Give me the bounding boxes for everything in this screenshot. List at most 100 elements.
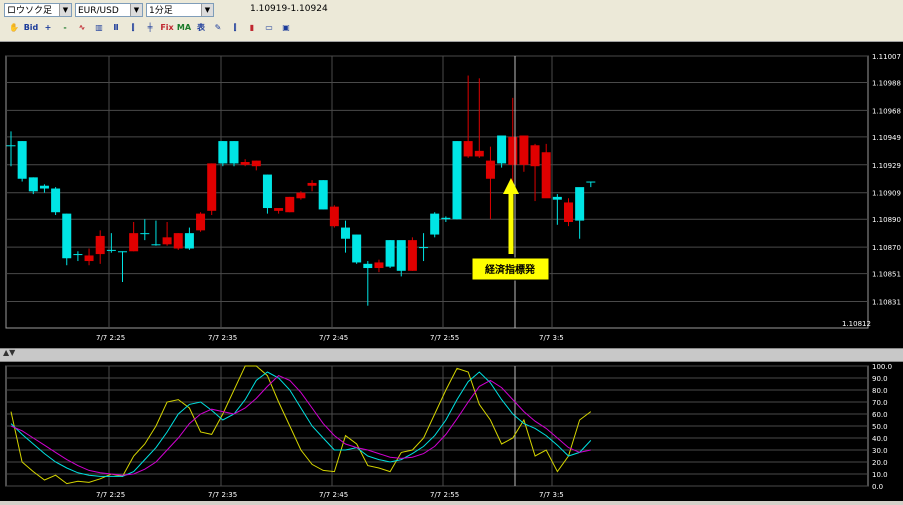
zoom-in-icon[interactable]: + [40,20,56,36]
candle [385,240,395,269]
y-tick-label: 1.10949 [872,134,901,142]
candle-body [419,247,429,249]
candle [285,196,295,213]
ma-fix-icon[interactable]: MA [176,20,192,36]
candle-body [218,141,228,164]
zoom-out-icon[interactable]: - [57,20,73,36]
symbol-select[interactable]: EUR/USD ▼ [75,3,143,17]
candle-body [262,174,272,209]
candle-body [274,208,284,211]
candle [430,212,440,238]
y-tick-label: 50.0 [872,423,888,431]
chevron-down-icon[interactable]: ▼ [130,4,142,16]
x-tick-label: 7/7 2:55 [430,334,459,342]
oscillator-panel[interactable]: 100.0 90.0 80.0 70.0 60.0 50.0 40.0 30.0 20.0 10.… [0,362,903,501]
candle-body [151,244,161,246]
x-tick-label: 7/7 2:25 [96,491,125,499]
y-tick-label: 1.10851 [872,271,901,279]
y-tick-label: 1.10968 [872,107,901,115]
candle-body [106,249,116,251]
y-tick-label: 1.10909 [872,190,901,198]
candle-body [452,141,462,220]
candle [407,237,417,271]
x-tick-label: 7/7 3:5 [539,334,564,342]
draw-icon[interactable]: ✎ [210,20,226,36]
y-tick-label: 1.10870 [872,244,901,252]
candle-body [385,240,395,267]
candle-body [374,262,384,269]
y-tick-label: 0.0 [872,483,883,491]
timeframe-select[interactable]: 1分足 ▼ [146,3,214,17]
y-tick-label: 1.10929 [872,162,901,170]
stroke-icon[interactable]: ╪ [142,20,158,36]
annotation-label: 経済指標発 [485,263,536,276]
candle-body [62,213,72,259]
candle-body [474,150,484,157]
candle-body [118,251,127,253]
save-icon[interactable]: ▣ [278,20,294,36]
film-icon[interactable]: ▭ [261,20,277,36]
candle-body [497,135,507,164]
candle-body [352,234,362,263]
y-tick-label: 60.0 [872,411,888,419]
y-tick-label: 30.0 [872,447,888,455]
chevron-down-icon[interactable]: ▼ [201,4,213,16]
fix-icon[interactable]: Fix [159,20,175,36]
candle [62,213,72,266]
y-tick-label: 1.10831 [872,298,901,306]
candle-body [162,237,172,245]
period-icon[interactable]: Ⅱ [108,20,124,36]
y-tick-label: 40.0 [872,435,888,443]
candle [51,187,61,216]
candle-body [441,217,451,220]
y-tick-label: 80.0 [872,387,888,395]
candle-body [173,233,183,249]
oscillator-chart-svg[interactable]: 100.0 90.0 80.0 70.0 60.0 50.0 40.0 30.0 20.0 10.… [0,362,903,501]
candlestick-icon[interactable]: ⫿ [125,20,141,36]
candle [329,205,339,228]
indicator-icon[interactable]: ⫿ [227,20,243,36]
candle-body [530,145,540,167]
candle-body [541,152,551,199]
candle-body [307,182,317,186]
candle [196,212,206,232]
bar-chart-icon[interactable]: ▥ [91,20,107,36]
x-tick-label: 7/7 2:35 [208,334,237,342]
plot-frame [5,55,869,329]
price-chart-svg[interactable]: 1.11007 1.10988 1.10968 1.10949 1.10929 1.109… [0,42,903,348]
y-tick-label: 1.10988 [872,80,901,88]
hand-icon[interactable]: ✋ [6,20,22,36]
candle-body [552,196,562,200]
candle-body [207,163,217,211]
candle [262,174,272,214]
x-tick-label: 7/7 2:45 [319,334,348,342]
candle-body [285,196,295,213]
candle-body [396,240,406,271]
candle-body [586,181,596,183]
candle-body [318,180,328,210]
panel-splitter[interactable]: ▲▼ [0,348,903,362]
candle [564,198,573,227]
price-chart-panel[interactable]: 1.11007 1.10988 1.10968 1.10949 1.10929 1.109… [0,42,903,348]
y-tick-label: 1.11007 [872,53,901,61]
candle-body [363,263,373,269]
candle-body [407,240,417,271]
y-tick-label: 1.10890 [872,216,901,224]
hyo-fix-icon[interactable]: 表 [193,20,209,36]
candle [497,135,507,168]
candle-body [296,192,306,199]
chart-type-select[interactable]: ロウソク足 ▼ [4,3,72,17]
candle-body [184,233,194,249]
candle-body [229,141,239,164]
bars-icon[interactable]: ▮ [244,20,260,36]
x-tick-label: 7/7 2:35 [208,491,237,499]
candle-body [95,235,105,255]
chart-type-value: ロウソク足 [7,6,53,16]
bid-ask-icon[interactable]: Bid [23,20,39,36]
splitter-grip-icon[interactable]: ▲▼ [3,348,15,357]
candle-body [140,233,150,235]
chevron-down-icon[interactable]: ▼ [59,4,71,16]
candle [452,141,462,220]
candle [173,233,183,250]
line-tool-icon[interactable]: ∿ [74,20,90,36]
